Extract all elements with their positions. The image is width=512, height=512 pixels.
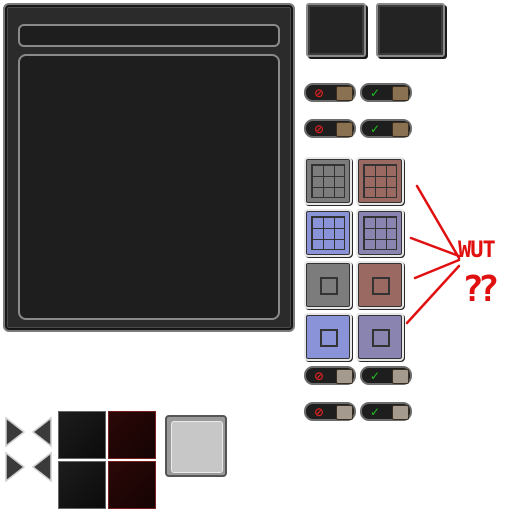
- gray-single-slot[interactable]: [304, 261, 352, 309]
- inventory-slot-red[interactable]: [108, 461, 156, 509]
- content-area[interactable]: [18, 54, 280, 320]
- wood-knob-icon: [392, 122, 409, 137]
- purple-single-slot[interactable]: [356, 313, 404, 361]
- deny-toggle-1[interactable]: ⊘: [304, 83, 356, 102]
- tab-1[interactable]: [306, 3, 366, 57]
- brown-grid-slot[interactable]: [356, 157, 404, 205]
- allow-toggle-3[interactable]: ✓: [360, 366, 412, 385]
- blue-single-slot[interactable]: [304, 313, 352, 361]
- grid-icon: [311, 164, 345, 198]
- big-gray-button[interactable]: [165, 415, 227, 477]
- deny-toggle-2[interactable]: ⊘: [304, 119, 356, 138]
- deny-toggle-4[interactable]: ⊘: [304, 402, 356, 421]
- tab-2[interactable]: [376, 3, 445, 57]
- stone-knob-icon: [392, 369, 409, 384]
- stone-knob-icon: [392, 405, 409, 420]
- wood-knob-icon: [336, 122, 353, 137]
- deny-icon: ⊘: [313, 121, 325, 136]
- deny-icon: ⊘: [313, 85, 325, 100]
- checkmark-icon: ✓: [369, 85, 381, 100]
- arrow-right-icon[interactable]: [5, 416, 26, 448]
- allow-toggle-2[interactable]: ✓: [360, 119, 412, 138]
- grid-icon: [363, 216, 397, 250]
- deny-icon: ⊘: [313, 368, 325, 383]
- grid-icon: [363, 164, 397, 198]
- brown-single-slot[interactable]: [356, 261, 404, 309]
- square-icon: [320, 277, 338, 295]
- annotation-text: WUT: [458, 238, 496, 263]
- checkmark-icon: ✓: [369, 404, 381, 419]
- gray-grid-slot[interactable]: [304, 157, 352, 205]
- deny-icon: ⊘: [313, 404, 325, 419]
- stone-knob-icon: [336, 405, 353, 420]
- square-icon: [372, 277, 390, 295]
- annotation-lines: [405, 184, 461, 325]
- arrow-right-icon[interactable]: [5, 451, 26, 483]
- title-bar[interactable]: [18, 24, 280, 47]
- blue-grid-slot[interactable]: [304, 209, 352, 257]
- inventory-slot[interactable]: [58, 411, 106, 459]
- wood-knob-icon: [392, 86, 409, 101]
- arrow-buttons: [5, 416, 52, 483]
- deny-toggle-3[interactable]: ⊘: [304, 366, 356, 385]
- allow-toggle-1[interactable]: ✓: [360, 83, 412, 102]
- arrow-left-icon[interactable]: [31, 416, 52, 448]
- inventory-slot[interactable]: [58, 461, 106, 509]
- stone-knob-icon: [336, 369, 353, 384]
- inventory-slot-red[interactable]: [108, 411, 156, 459]
- allow-toggle-4[interactable]: ✓: [360, 402, 412, 421]
- checkmark-icon: ✓: [369, 368, 381, 383]
- purple-grid-slot[interactable]: [356, 209, 404, 257]
- square-icon: [320, 329, 338, 347]
- arrow-left-icon[interactable]: [31, 451, 52, 483]
- wood-knob-icon: [336, 86, 353, 101]
- annotation-question-marks: ??: [462, 269, 499, 310]
- grid-icon: [311, 216, 345, 250]
- checkmark-icon: ✓: [369, 121, 381, 136]
- big-gray-button-face: [171, 421, 223, 473]
- square-icon: [372, 329, 390, 347]
